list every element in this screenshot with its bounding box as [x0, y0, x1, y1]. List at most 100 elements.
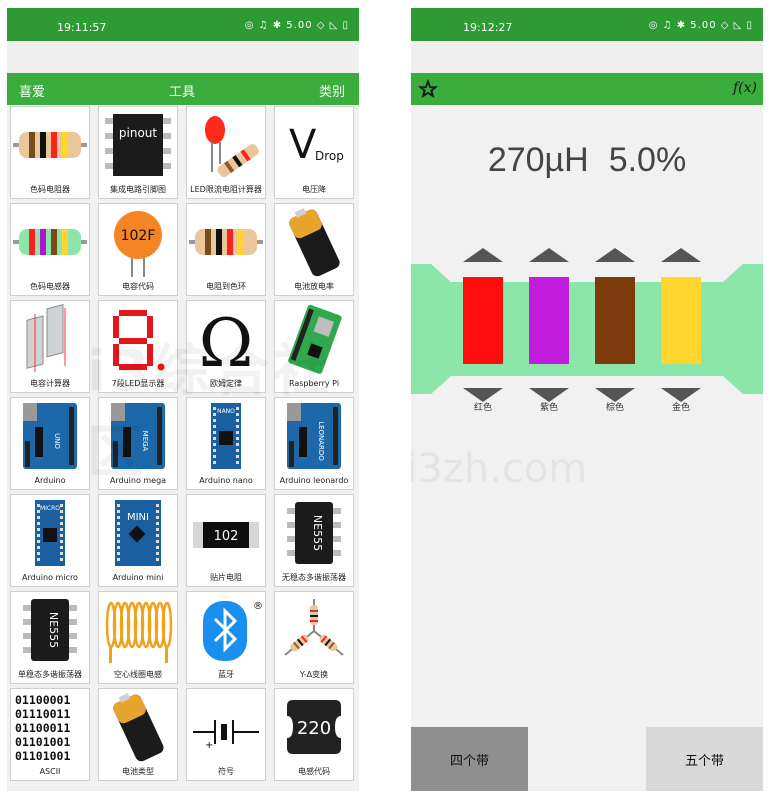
tab-bar: 喜爱 工具 类别: [7, 73, 359, 105]
battery-icon: [277, 207, 351, 277]
arduino-leonardo-icon: LEONARDO: [277, 401, 351, 471]
svg-text:MINI: MINI: [127, 512, 149, 523]
inductor-icon: [13, 207, 87, 277]
tool-tile[interactable]: 色码电感器: [10, 203, 90, 296]
band-up-arrow[interactable]: [661, 248, 701, 262]
tool-tile[interactable]: Raspberry Pi: [274, 300, 354, 393]
ohm-icon: Ω: [189, 304, 263, 382]
color-band[interactable]: [463, 277, 503, 364]
tool-tile[interactable]: + 符号: [186, 688, 266, 781]
inductance-readout: 270µH 5.0%: [411, 141, 763, 180]
svg-text:01101001: 01101001: [15, 749, 70, 762]
tool-tile[interactable]: 102 贴片电阻: [186, 494, 266, 587]
status-icons: ◎ ♫ ✱ 5.00 ◇ ◺ ▯: [648, 20, 753, 31]
tool-tile[interactable]: 220 电感代码: [274, 688, 354, 781]
inductance-value: 270µH: [487, 141, 589, 179]
ascii-icon: 01100001 01110011 01100011 01101001 01101001: [13, 692, 87, 763]
color-band[interactable]: [595, 277, 635, 364]
tool-tile[interactable]: NE555 单稳态多谐振荡器: [10, 591, 90, 684]
tool-label: Arduino mega: [109, 476, 167, 485]
tool-tile[interactable]: Y-Δ变换: [274, 591, 354, 684]
battery-types-icon: [101, 692, 175, 762]
tool-tile[interactable]: MINI Arduino mini: [98, 494, 178, 587]
tool-tile[interactable]: 01100001 01110011 01100011 01101001 01101001…: [10, 688, 90, 781]
arduino-mini-icon: MINI: [101, 498, 175, 568]
band-up-arrow[interactable]: [463, 248, 503, 262]
tool-label: 电感代码: [298, 767, 330, 776]
favorite-star-icon[interactable]: [417, 78, 439, 100]
svg-text:+: +: [205, 740, 213, 751]
status-bar: 19:12:27 ◎ ♫ ✱ 5.00 ◇ ◺ ▯: [411, 8, 763, 41]
tool-tile[interactable]: 空心线圈电感: [98, 591, 178, 684]
formula-button[interactable]: f(x): [733, 80, 757, 96]
tool-label: Y-Δ变换: [299, 670, 329, 679]
tool-tile[interactable]: 102F 电容代码: [98, 203, 178, 296]
toolbar-spacer: [7, 41, 359, 73]
tool-label: 电容计算器: [30, 379, 70, 388]
inductor-diagram: [411, 248, 763, 402]
bluetooth-icon: ®: [189, 595, 263, 665]
tool-label: Arduino: [34, 476, 66, 485]
status-icons: ◎ ♫ ✱ 5.00 ◇ ◺ ▯: [244, 20, 349, 31]
tool-tile[interactable]: 电阻到色环: [186, 203, 266, 296]
tool-label: Arduino micro: [22, 573, 78, 582]
toolbar-spacer: [411, 41, 763, 73]
color-band[interactable]: [661, 277, 701, 364]
ne555-monostable-icon: NE555: [13, 595, 87, 665]
svg-text:01100011: 01100011: [15, 721, 70, 735]
band-color-name: 金色: [671, 403, 690, 413]
voltage-drop-icon: V Drop: [277, 110, 351, 180]
tool-tile[interactable]: 电容计算器: [10, 300, 90, 393]
color-band[interactable]: [529, 277, 569, 364]
svg-text:Drop: Drop: [315, 149, 344, 163]
svg-text:Ω: Ω: [199, 305, 254, 374]
tool-tile[interactable]: 色码电阻器: [10, 106, 90, 199]
tool-tile[interactable]: NE555 无稳态多谐振荡器: [274, 494, 354, 587]
tool-tile[interactable]: UNO Arduino: [10, 397, 90, 490]
tool-tile[interactable]: 7段LED显示器: [98, 300, 178, 393]
four-band-button[interactable]: 四个带: [411, 727, 528, 791]
tool-tile[interactable]: 电池类型: [98, 688, 178, 781]
tool-tile[interactable]: 电池放电率: [274, 203, 354, 296]
status-bar: 19:11:57 ◎ ♫ ✱ 5.00 ◇ ◺ ▯: [7, 8, 359, 41]
tool-label: LED限流电阻计算器: [190, 185, 262, 194]
seven-segment-icon: [101, 304, 175, 374]
tool-tile[interactable]: Ω 欧姆定律: [186, 300, 266, 393]
tool-label: 蓝牙: [218, 670, 234, 679]
tool-tile[interactable]: MEGA Arduino mega: [98, 397, 178, 490]
resistor-icon: [13, 110, 87, 180]
air-coil-icon: [101, 595, 175, 665]
tab-categories[interactable]: 类别: [319, 81, 345, 100]
tool-tile[interactable]: LED限流电阻计算器: [186, 106, 266, 199]
svg-text:®: ®: [253, 601, 263, 612]
svg-text:01101001: 01101001: [15, 735, 70, 749]
tool-label: 贴片电阻: [210, 573, 242, 582]
svg-text:V: V: [289, 122, 317, 168]
tool-tile[interactable]: MICRO Arduino micro: [10, 494, 90, 587]
svg-text:NE555: NE555: [47, 612, 60, 648]
svg-text:LEONARDO: LEONARDO: [317, 421, 325, 461]
tool-tile[interactable]: LEONARDO Arduino leonardo: [274, 397, 354, 490]
tools-screen: 19:11:57 ◎ ♫ ✱ 5.00 ◇ ◺ ▯ 喜爱 工具 类别 色码电阻器…: [7, 8, 359, 791]
tool-tile[interactable]: pinout 集成电路引脚图: [98, 106, 178, 199]
tool-label: 电池类型: [122, 767, 154, 776]
svg-text:NANO: NANO: [217, 408, 235, 415]
tool-label: 电池放电率: [294, 282, 334, 291]
tool-label: Raspberry Pi: [288, 379, 340, 388]
capacitor-calc-icon: [13, 303, 87, 374]
arduino-uno-icon: UNO: [13, 401, 87, 471]
tool-tile[interactable]: NANO Arduino nano: [186, 397, 266, 490]
band-up-arrow[interactable]: [529, 248, 569, 262]
band-up-arrow[interactable]: [595, 248, 635, 262]
svg-text:NE555: NE555: [311, 515, 324, 551]
tool-label: 符号: [218, 767, 234, 776]
band-color-name: 棕色: [605, 403, 624, 413]
tab-favorites[interactable]: 喜爱: [19, 81, 45, 100]
svg-text:01100001: 01100001: [15, 693, 70, 707]
arduino-nano-icon: NANO: [189, 401, 263, 471]
five-band-button[interactable]: 五个带: [646, 727, 763, 791]
tab-tools[interactable]: 工具: [169, 81, 195, 100]
status-time: 19:12:27: [463, 21, 513, 34]
tool-tile[interactable]: ® 蓝牙: [186, 591, 266, 684]
tool-tile[interactable]: V Drop 电压降: [274, 106, 354, 199]
